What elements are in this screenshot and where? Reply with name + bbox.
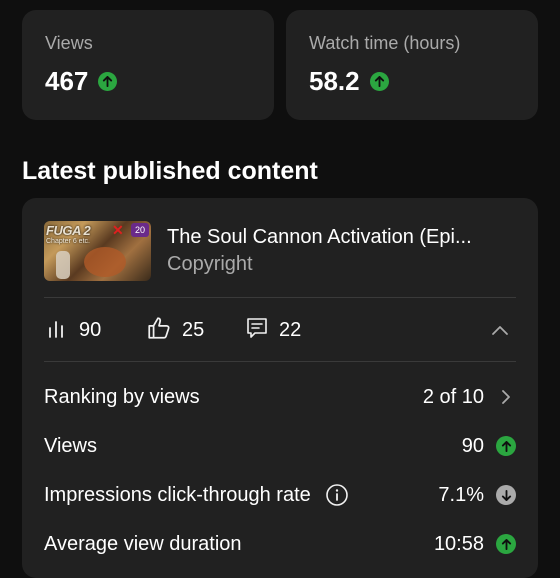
latest-content-card: FUGA 2 Chapter 6 etc. ✕ 20 The Soul Cann… <box>22 198 538 578</box>
thumbnail-title-text: FUGA 2 <box>46 223 91 238</box>
views-detail-label: Views <box>44 435 97 457</box>
comments-metric: 22 <box>245 315 301 345</box>
thumbnail-badge: 20 <box>131 223 149 237</box>
avd-detail-value: 10:58 <box>433 532 484 555</box>
ctr-detail-value: 7.1% <box>438 483 484 506</box>
views-metric-value: 90 <box>79 318 102 341</box>
thumbs-up-icon <box>146 315 172 346</box>
metrics-row: 90 25 22 <box>44 315 516 345</box>
ranking-value: 2 of 10 <box>422 385 484 408</box>
arrow-up-icon <box>496 534 516 554</box>
ranking-label: Ranking by views <box>44 386 200 408</box>
section-title: Latest published content <box>22 157 318 185</box>
views-stat-value: 467 <box>45 66 89 96</box>
views-detail-row: Views 90 <box>44 431 516 461</box>
arrow-up-icon <box>369 71 389 91</box>
info-icon[interactable] <box>325 483 349 507</box>
divider <box>44 297 516 298</box>
video-title[interactable]: The Soul Cannon Activation (Epi... <box>167 225 522 249</box>
chevron-up-icon[interactable] <box>490 321 510 344</box>
avd-detail-label: Average view duration <box>44 533 242 555</box>
comments-metric-value: 22 <box>279 318 302 341</box>
video-row[interactable]: FUGA 2 Chapter 6 etc. ✕ 20 The Soul Cann… <box>44 221 516 281</box>
chevron-right-icon[interactable] <box>496 388 516 406</box>
ranking-row[interactable]: Ranking by views 2 of 10 <box>44 382 516 412</box>
comment-icon <box>245 316 269 345</box>
views-stat-card[interactable]: Views 467 <box>22 10 274 120</box>
likes-metric-value: 25 <box>182 318 205 341</box>
arrow-down-icon <box>496 485 516 505</box>
arrow-up-icon <box>496 436 516 456</box>
watch-time-stat-value: 58.2 <box>309 66 360 96</box>
thumbnail-sub-text: Chapter 6 etc. <box>46 238 90 245</box>
views-metric: 90 <box>47 315 101 345</box>
watch-time-stat-label: Watch time (hours) <box>309 33 461 53</box>
close-mark-icon: ✕ <box>112 222 124 238</box>
views-stat-label: Views <box>45 33 93 53</box>
watch-time-stat-card[interactable]: Watch time (hours) 58.2 <box>286 10 538 120</box>
video-thumbnail[interactable]: FUGA 2 Chapter 6 etc. ✕ 20 <box>44 221 151 281</box>
divider <box>44 361 516 362</box>
ctr-detail-label: Impressions click-through rate <box>44 484 311 506</box>
bar-chart-icon <box>47 317 69 344</box>
arrow-up-icon <box>98 71 118 91</box>
video-subtitle: Copyright <box>167 253 253 275</box>
views-detail-value: 90 <box>461 434 484 457</box>
likes-metric: 25 <box>146 315 204 345</box>
ctr-detail-row: Impressions click-through rate 7.1% <box>44 480 516 510</box>
avd-detail-row: Average view duration 10:58 <box>44 529 516 559</box>
